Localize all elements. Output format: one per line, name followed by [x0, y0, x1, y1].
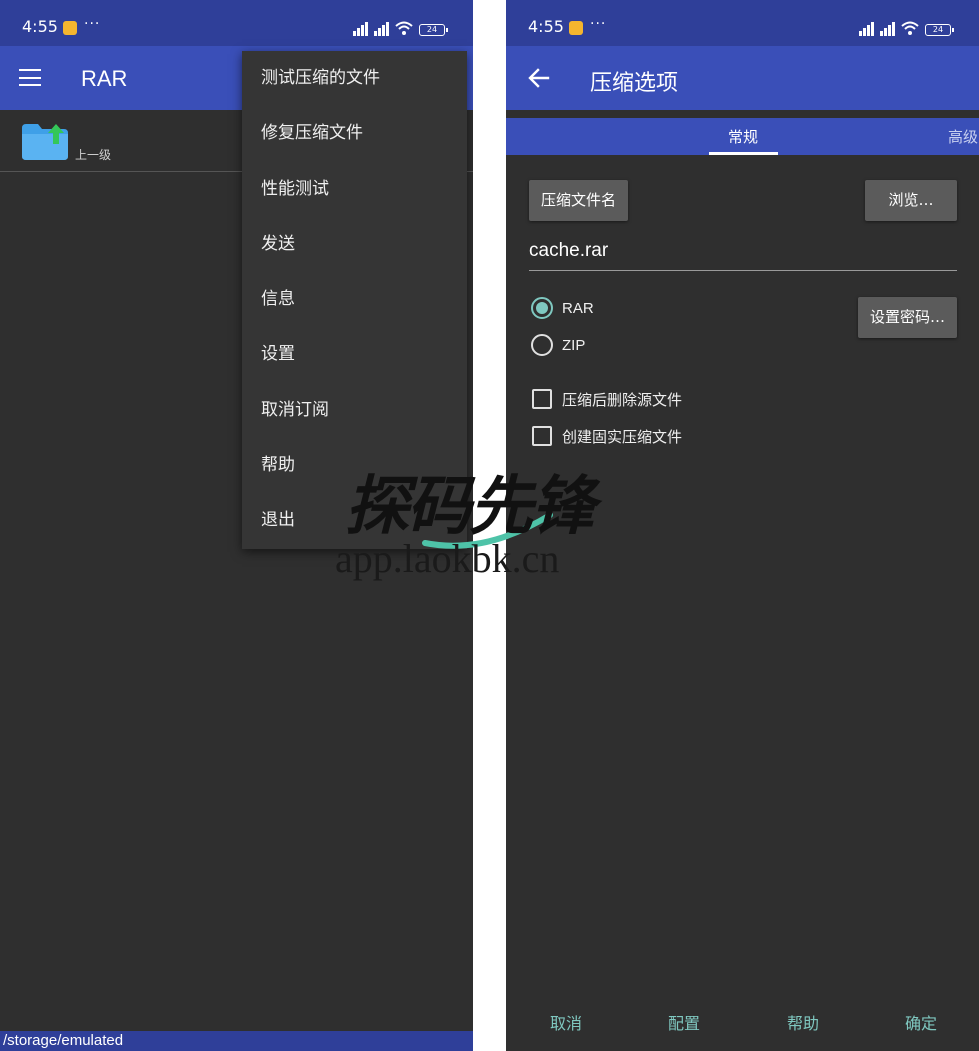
menu-item-repair-archive[interactable]: 修复压缩文件: [242, 106, 467, 161]
radio-unchecked-icon[interactable]: [531, 334, 553, 356]
tab-bar: 常规 高级: [506, 118, 979, 155]
notification-icon: [569, 21, 583, 35]
battery-icon: 24: [925, 24, 954, 36]
signal-1-icon: [859, 22, 874, 36]
app-bar: 压缩选项: [506, 46, 979, 110]
radio-checked-icon[interactable]: [531, 297, 553, 319]
status-bar: 4:55 ··· 24: [0, 0, 473, 46]
signal-2-icon: [880, 22, 895, 36]
wifi-icon: [395, 21, 413, 35]
more-notifications-icon: ···: [84, 16, 101, 32]
browse-button[interactable]: 浏览…: [865, 180, 957, 221]
menu-item-help[interactable]: 帮助: [242, 438, 467, 493]
tab-advanced[interactable]: 高级: [948, 126, 978, 147]
battery-icon: 24: [419, 24, 448, 36]
parent-folder-label: 上一级: [75, 148, 112, 162]
overflow-menu: 测试压缩的文件 修复压缩文件 性能测试 发送 信息 设置 取消订阅 帮助 退出: [242, 51, 467, 549]
tab-general[interactable]: 常规: [728, 126, 758, 147]
wifi-icon: [901, 21, 919, 35]
menu-item-test-archive[interactable]: 测试压缩的文件: [242, 51, 467, 106]
menu-item-exit[interactable]: 退出: [242, 493, 467, 548]
signal-2-icon: [374, 22, 389, 36]
status-time: 4:55: [528, 17, 564, 36]
ok-button[interactable]: 确定: [905, 1010, 937, 1034]
set-password-button[interactable]: 设置密码…: [858, 297, 957, 338]
menu-item-settings[interactable]: 设置: [242, 327, 467, 382]
menu-item-info[interactable]: 信息: [242, 272, 467, 327]
format-zip-label: ZIP: [562, 336, 586, 354]
notification-icon: [63, 21, 77, 35]
format-rar-option[interactable]: RAR: [531, 296, 594, 320]
archive-name-button[interactable]: 压缩文件名: [529, 180, 628, 221]
format-zip-option[interactable]: ZIP: [531, 333, 585, 357]
menu-item-benchmark[interactable]: 性能测试: [242, 162, 467, 217]
page-title: 压缩选项: [590, 71, 679, 96]
profiles-button[interactable]: 配置: [668, 1010, 700, 1034]
delete-after-archiving-label: 压缩后删除源文件: [562, 390, 683, 409]
format-rar-label: RAR: [562, 299, 594, 317]
menu-item-send[interactable]: 发送: [242, 217, 467, 272]
current-path: /storage/emulated: [0, 1031, 473, 1051]
menu-item-unsubscribe[interactable]: 取消订阅: [242, 383, 467, 438]
solid-archive-option[interactable]: 创建固实压缩文件: [532, 424, 682, 448]
archive-options-screen: 4:55 ··· 24 压缩选项 常规 高级 压缩文件名 浏览… cache.r…: [506, 0, 979, 1051]
status-bar: 4:55 ··· 24: [506, 0, 979, 46]
checkbox-icon[interactable]: [532, 426, 552, 446]
folder-up-icon: [22, 124, 68, 160]
menu-icon[interactable]: [19, 69, 41, 86]
app-title: RAR: [81, 66, 128, 91]
tab-indicator: [709, 152, 778, 155]
signal-1-icon: [353, 22, 368, 36]
help-button[interactable]: 帮助: [787, 1010, 819, 1034]
cancel-button[interactable]: 取消: [550, 1010, 582, 1034]
status-time: 4:55: [22, 17, 58, 36]
archive-name-input[interactable]: cache.rar: [529, 240, 957, 271]
rar-file-browser-screen: 4:55 ··· 24 RAR 上一级 测试压缩的文件 修复压缩文件 性能测试 …: [0, 0, 473, 1051]
back-arrow-icon[interactable]: [528, 67, 550, 89]
delete-after-archiving-option[interactable]: 压缩后删除源文件: [532, 387, 682, 411]
more-notifications-icon: ···: [590, 16, 607, 32]
checkbox-icon[interactable]: [532, 389, 552, 409]
solid-archive-label: 创建固实压缩文件: [562, 427, 683, 446]
